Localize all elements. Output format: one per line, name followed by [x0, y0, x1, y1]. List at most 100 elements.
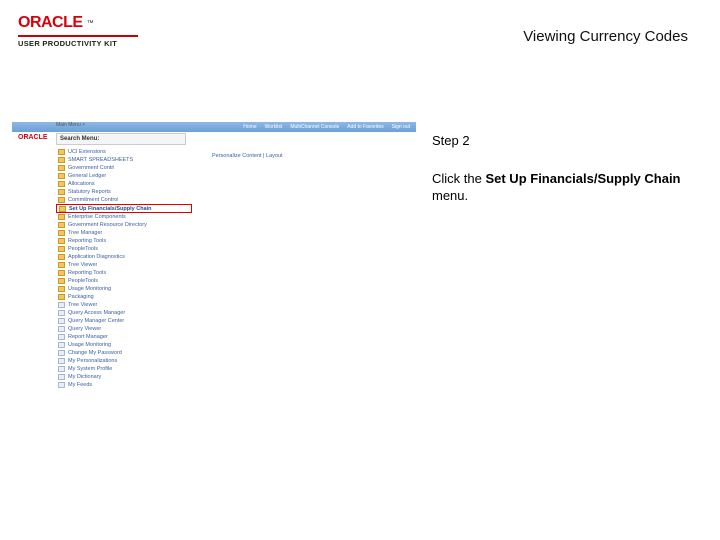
- document-icon: [58, 350, 65, 356]
- document-icon: [58, 366, 65, 372]
- folder-icon: [58, 157, 65, 163]
- document-icon: [58, 318, 65, 324]
- menu-item[interactable]: Reporting Tools: [56, 237, 192, 245]
- document-icon: [58, 310, 65, 316]
- menu-item[interactable]: PeopleTools: [56, 277, 192, 285]
- main-menu-breadcrumb[interactable]: Main Menu >: [56, 122, 85, 128]
- brand-subtitle: USER PRODUCTIVITY KIT: [18, 39, 138, 48]
- menu-item[interactable]: Report Manager: [56, 333, 192, 341]
- menu-search-box[interactable]: Search Menu:: [56, 133, 186, 145]
- folder-icon: [58, 230, 65, 236]
- instruction-pre: Click the: [432, 171, 485, 186]
- menu-item-label: Reporting Tools: [68, 238, 106, 244]
- topbar-link-signout[interactable]: Sign out: [392, 124, 410, 130]
- folder-icon: [58, 149, 65, 155]
- menu-item-label: UCI Extensions: [68, 149, 106, 155]
- step-label: Step 2: [432, 132, 692, 150]
- menu-item[interactable]: Tree Manager: [56, 229, 192, 237]
- document-icon: [58, 302, 65, 308]
- menu-item-label: Set Up Financials/Supply Chain: [69, 206, 152, 212]
- menu-item-label: Tree Viewer: [68, 262, 97, 268]
- menu-item[interactable]: UCI Extensions: [56, 148, 192, 156]
- menu-item[interactable]: General Ledger: [56, 172, 192, 180]
- menu-item-label: Usage Monitoring: [68, 286, 111, 292]
- document-icon: [58, 342, 65, 348]
- menu-item-label: My Feeds: [68, 382, 92, 388]
- folder-icon: [58, 246, 65, 252]
- menu-item-label: General Ledger: [68, 173, 106, 179]
- menu-item-label: Change My Password: [68, 350, 122, 356]
- menu-item-label: Tree Viewer: [68, 302, 97, 308]
- personalize-content-link[interactable]: Personalize Content | Layout: [212, 153, 283, 159]
- menu-item[interactable]: Enterprise Components: [56, 213, 192, 221]
- menu-item[interactable]: PeopleTools: [56, 245, 192, 253]
- menu-item-label: Enterprise Components: [68, 214, 126, 220]
- brand-block: ORACLE ™ USER PRODUCTIVITY KIT: [18, 14, 138, 48]
- folder-icon: [58, 173, 65, 179]
- menu-item-label: PeopleTools: [68, 278, 98, 284]
- menu-item-label: Query Access Manager: [68, 310, 125, 316]
- menu-item-label: Query Manager Center: [68, 318, 124, 324]
- instruction-panel: Step 2 Click the Set Up Financials/Suppl…: [432, 132, 692, 205]
- menu-item-label: Packaging: [68, 294, 94, 300]
- topbar-link-worklist[interactable]: Worklist: [265, 124, 283, 130]
- menu-item[interactable]: Tree Viewer: [56, 301, 192, 309]
- document-icon: [58, 374, 65, 380]
- document-icon: [58, 382, 65, 388]
- folder-icon: [58, 270, 65, 276]
- menu-item-setup-financials[interactable]: Set Up Financials/Supply Chain: [56, 204, 192, 213]
- menu-item-label: PeopleTools: [68, 246, 98, 252]
- menu-item[interactable]: My Feeds: [56, 381, 192, 389]
- menu-item-label: Government Resource Directory: [68, 222, 147, 228]
- menu-item-label: Commitment Control: [68, 197, 118, 203]
- folder-icon: [58, 254, 65, 260]
- menu-search-label: Search Menu:: [60, 136, 99, 142]
- document-icon: [58, 358, 65, 364]
- menu-item[interactable]: Usage Monitoring: [56, 285, 192, 293]
- menu-item[interactable]: Query Access Manager: [56, 309, 192, 317]
- folder-icon: [58, 262, 65, 268]
- folder-icon: [58, 214, 65, 220]
- menu-item-label: My Personalizations: [68, 358, 117, 364]
- menu-item[interactable]: Usage Monitoring: [56, 341, 192, 349]
- menu-item-label: Tree Manager: [68, 230, 102, 236]
- menu-item[interactable]: Commitment Control: [56, 196, 192, 204]
- menu-item-label: Statutory Reports: [68, 189, 111, 195]
- menu-item[interactable]: Reporting Tools: [56, 269, 192, 277]
- app-screenshot: Home Worklist MultiChannel Console Add t…: [12, 122, 416, 392]
- instruction-post: menu.: [432, 188, 468, 203]
- menu-item-label: Report Manager: [68, 334, 108, 340]
- menu-item[interactable]: Query Manager Center: [56, 317, 192, 325]
- brand-rule: [18, 35, 138, 37]
- topbar-link-home[interactable]: Home: [243, 124, 256, 130]
- oracle-wordmark: ORACLE: [18, 14, 83, 32]
- topbar-link-favorites[interactable]: Add to Favorites: [347, 124, 383, 130]
- folder-icon: [58, 189, 65, 195]
- trademark-symbol: ™: [87, 20, 94, 27]
- menu-item[interactable]: My Dictionary: [56, 373, 192, 381]
- menu-item[interactable]: Application Diagnostics: [56, 253, 192, 261]
- menu-item-label: SMART SPREADSHEETS: [68, 157, 133, 163]
- menu-item[interactable]: Change My Password: [56, 349, 192, 357]
- menu-item[interactable]: Query Viewer: [56, 325, 192, 333]
- menu-item[interactable]: Packaging: [56, 293, 192, 301]
- menu-item[interactable]: Tree Viewer: [56, 261, 192, 269]
- topbar-link-multichannel[interactable]: MultiChannel Console: [290, 124, 339, 130]
- menu-item-label: My System Profile: [68, 366, 112, 372]
- menu-item[interactable]: SMART SPREADSHEETS: [56, 156, 192, 164]
- menu-item[interactable]: Government Contrl: [56, 164, 192, 172]
- menu-item[interactable]: Allocations: [56, 180, 192, 188]
- folder-icon: [58, 181, 65, 187]
- menu-item[interactable]: Statutory Reports: [56, 188, 192, 196]
- folder-icon: [58, 294, 65, 300]
- document-icon: [58, 334, 65, 340]
- folder-icon: [58, 286, 65, 292]
- app-logo: ORACLE: [18, 134, 48, 141]
- oracle-logo: ORACLE ™: [18, 14, 138, 32]
- main-menu-list: UCI ExtensionsSMART SPREADSHEETSGovernme…: [56, 148, 192, 389]
- menu-item[interactable]: My System Profile: [56, 365, 192, 373]
- menu-item-label: Query Viewer: [68, 326, 101, 332]
- menu-item-label: Allocations: [68, 181, 95, 187]
- menu-item[interactable]: My Personalizations: [56, 357, 192, 365]
- menu-item[interactable]: Government Resource Directory: [56, 221, 192, 229]
